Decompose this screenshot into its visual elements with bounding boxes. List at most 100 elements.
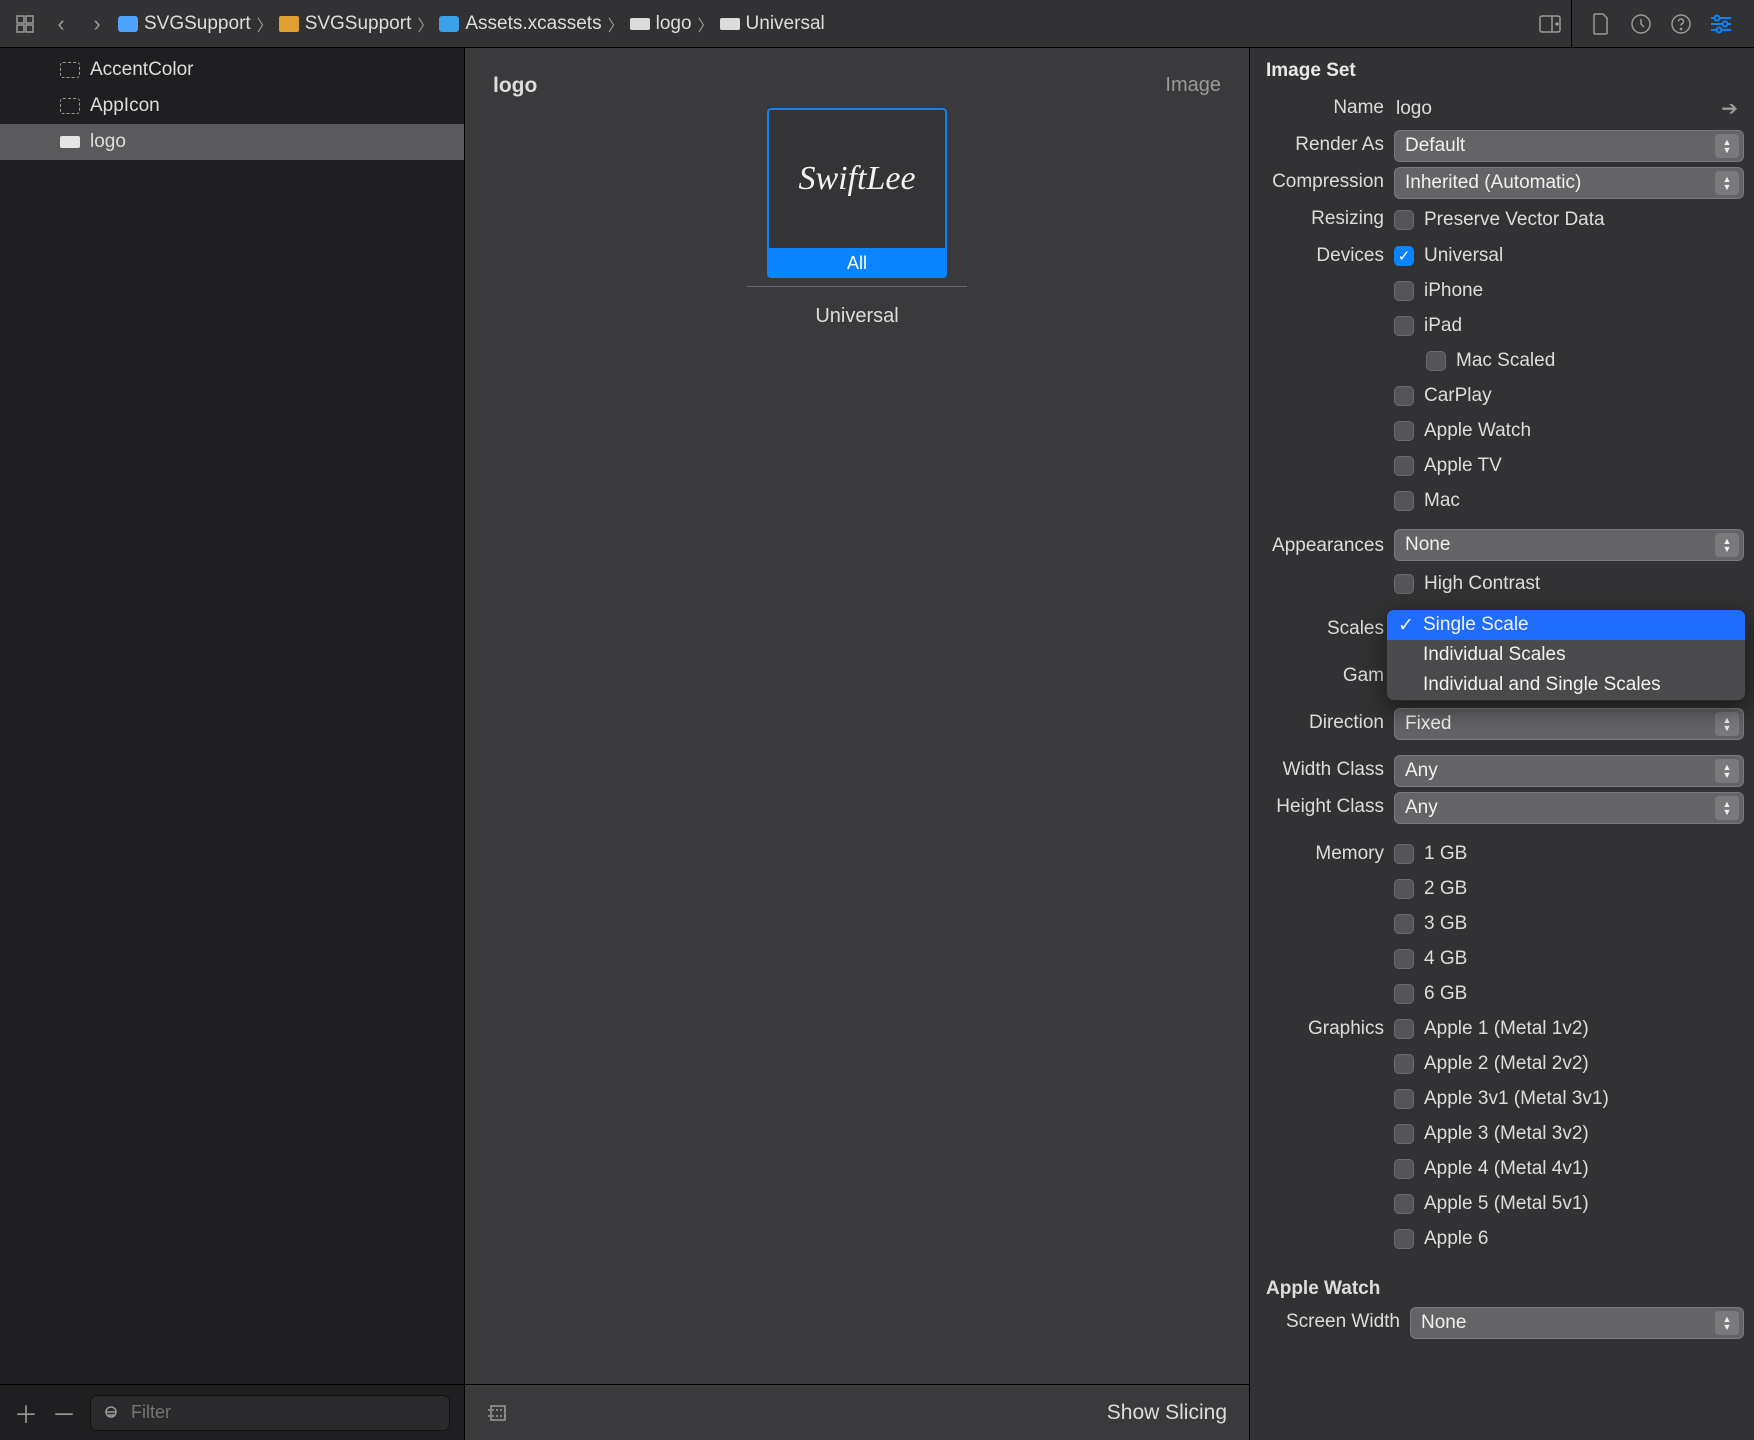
remove-asset-button[interactable]: －	[52, 1395, 76, 1430]
breadcrumb-item[interactable]: Universal	[720, 13, 825, 35]
breadcrumb-item[interactable]: logo	[630, 13, 692, 35]
memory-label: 2 GB	[1424, 878, 1467, 900]
device-checkbox[interactable]: Apple Watch	[1394, 414, 1744, 447]
breadcrumb-item[interactable]: Assets.xcassets	[439, 13, 601, 35]
scales-option[interactable]: Individual Scales	[1387, 640, 1745, 670]
device-label: iPhone	[1424, 280, 1483, 302]
graphics-checkbox[interactable]: Apple 3v1 (Metal 3v1)	[1394, 1082, 1744, 1115]
device-checkbox[interactable]: CarPlay	[1394, 379, 1744, 412]
breadcrumb-item[interactable]: SVGSupport	[279, 13, 412, 35]
checkbox-icon	[1394, 1054, 1414, 1074]
file-inspector-tab[interactable]	[1586, 9, 1616, 39]
breadcrumb-separator: 〉	[608, 12, 624, 36]
checkbox-icon	[1394, 456, 1414, 476]
device-label: Mac Scaled	[1456, 350, 1555, 372]
asset-row[interactable]: AppIcon	[0, 88, 464, 124]
graphics-checkbox[interactable]: Apple 3 (Metal 3v2)	[1394, 1117, 1744, 1150]
chevron-updown-icon: ▲▼	[1715, 533, 1739, 557]
chevron-updown-icon: ▲▼	[1715, 171, 1739, 195]
chevron-updown-icon: ▲▼	[1715, 134, 1739, 158]
history-inspector-tab[interactable]	[1626, 9, 1656, 39]
checkbox-icon	[1394, 1089, 1414, 1109]
checkbox-icon	[1394, 949, 1414, 969]
device-checkbox[interactable]: iPad	[1394, 309, 1744, 342]
asset-filter-field[interactable]	[90, 1395, 450, 1431]
device-checkbox[interactable]: ✓Universal	[1394, 239, 1744, 272]
high-contrast-checkbox[interactable]: High Contrast	[1394, 567, 1744, 600]
memory-checkbox[interactable]: 4 GB	[1394, 942, 1744, 975]
scales-option[interactable]: ✓Single Scale	[1387, 610, 1745, 640]
memory-checkbox[interactable]: 2 GB	[1394, 872, 1744, 905]
add-editor-button[interactable]	[1535, 9, 1565, 39]
scales-option[interactable]: Individual and Single Scales	[1387, 670, 1745, 700]
asset-list: AccentColor AppIcon logo	[0, 48, 464, 1384]
asset-filter-input[interactable]	[129, 1401, 437, 1424]
width-class-dropdown[interactable]: Any ▲▼	[1394, 755, 1744, 787]
graphics-checkbox[interactable]: Apple 2 (Metal 2v2)	[1394, 1047, 1744, 1080]
breadcrumb-item[interactable]: SVGSupport	[118, 13, 251, 35]
screen-width-label: Screen Width	[1250, 1305, 1410, 1333]
device-checkbox[interactable]: Apple TV	[1394, 449, 1744, 482]
preserve-vector-data-checkbox[interactable]: Preserve Vector Data	[1394, 203, 1744, 236]
view-grid-icon[interactable]	[10, 9, 40, 39]
asset-row[interactable]: logo	[0, 124, 464, 160]
memory-label: 3 GB	[1424, 913, 1467, 935]
width-class-label: Width Class	[1250, 753, 1394, 781]
graphics-label: Apple 3 (Metal 3v2)	[1424, 1123, 1589, 1145]
imgset-icon	[720, 18, 740, 30]
asset-row-label: AppIcon	[90, 95, 160, 117]
image-well[interactable]: SwiftLee All	[767, 108, 947, 278]
breadcrumb-label: Assets.xcassets	[465, 13, 601, 35]
inspector-section-image-set: Image Set	[1250, 48, 1754, 90]
imgset-icon	[630, 18, 650, 30]
breadcrumb-separator: 〉	[698, 12, 714, 36]
appearances-dropdown[interactable]: None ▲▼	[1394, 529, 1744, 561]
scales-option-label: Individual and Single Scales	[1423, 674, 1661, 696]
memory-label: 4 GB	[1424, 948, 1467, 970]
chevron-updown-icon: ▲▼	[1715, 712, 1739, 736]
name-go-icon[interactable]: ➔	[1721, 96, 1738, 121]
help-inspector-tab[interactable]	[1666, 9, 1696, 39]
graphics-checkbox[interactable]: Apple 5 (Metal 5v1)	[1394, 1187, 1744, 1220]
chevron-updown-icon: ▲▼	[1715, 759, 1739, 783]
name-label: Name	[1250, 91, 1394, 119]
graphics-checkbox[interactable]: Apple 4 (Metal 4v1)	[1394, 1152, 1744, 1185]
attributes-inspector-tab[interactable]	[1706, 9, 1736, 39]
memory-checkbox[interactable]: 3 GB	[1394, 907, 1744, 940]
checkbox-icon	[1394, 1159, 1414, 1179]
direction-dropdown[interactable]: Fixed ▲▼	[1394, 708, 1744, 740]
checkbox-icon	[1394, 386, 1414, 406]
graphics-label: Apple 6	[1424, 1228, 1488, 1250]
memory-checkbox[interactable]: 6 GB	[1394, 977, 1744, 1010]
filter-icon	[103, 1404, 121, 1422]
img-icon	[60, 136, 80, 148]
scales-popup-menu[interactable]: ✓Single ScaleIndividual Scales Individual…	[1386, 609, 1746, 701]
canvas-type-label: Image	[1165, 74, 1221, 98]
checkbox-icon: ✓	[1394, 246, 1414, 266]
breadcrumb-label: Universal	[746, 13, 825, 35]
render-as-dropdown[interactable]: Default ▲▼	[1394, 130, 1744, 162]
chevron-updown-icon: ▲▼	[1715, 796, 1739, 820]
show-slicing-button[interactable]: Show Slicing	[1107, 1401, 1227, 1425]
image-well-caption: Universal	[815, 305, 898, 328]
height-class-dropdown[interactable]: Any ▲▼	[1394, 792, 1744, 824]
nav-forward-button[interactable]: ›	[82, 9, 112, 39]
name-field[interactable]: logo ➔	[1394, 94, 1744, 124]
slicing-icon[interactable]	[487, 1402, 509, 1424]
folder-icon	[279, 16, 299, 32]
asset-row[interactable]: AccentColor	[0, 52, 464, 88]
add-asset-button[interactable]: ＋	[14, 1395, 38, 1430]
device-checkbox[interactable]: Mac	[1394, 484, 1744, 517]
checkbox-icon	[1394, 421, 1414, 441]
compression-dropdown[interactable]: Inherited (Automatic) ▲▼	[1394, 167, 1744, 199]
checkbox-icon	[1394, 1194, 1414, 1214]
graphics-checkbox[interactable]: Apple 6	[1394, 1222, 1744, 1255]
asset-sidebar: AccentColor AppIcon logo ＋ －	[0, 48, 465, 1440]
checkbox-icon	[1394, 1229, 1414, 1249]
graphics-checkbox[interactable]: Apple 1 (Metal 1v2)	[1394, 1012, 1744, 1045]
screen-width-dropdown[interactable]: None ▲▼	[1410, 1307, 1744, 1339]
nav-back-button[interactable]: ‹	[46, 9, 76, 39]
device-checkbox[interactable]: iPhone	[1394, 274, 1744, 307]
device-checkbox[interactable]: Mac Scaled	[1394, 344, 1744, 377]
memory-checkbox[interactable]: 1 GB	[1394, 837, 1744, 870]
